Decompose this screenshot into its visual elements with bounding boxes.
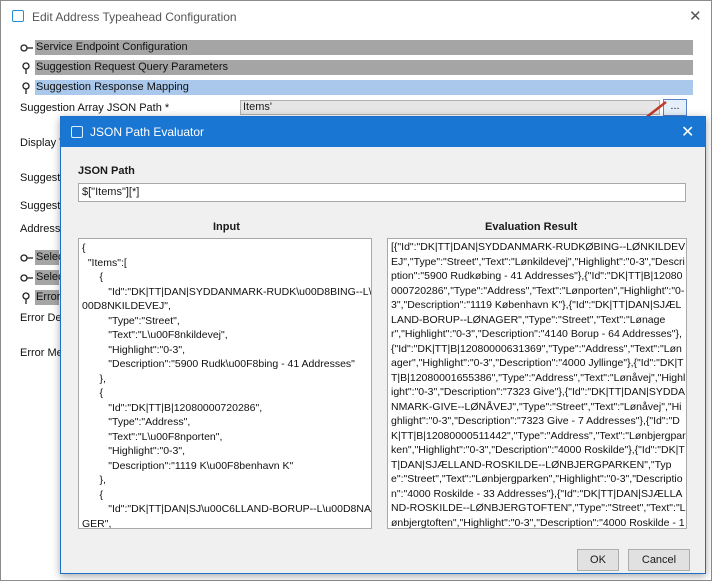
section-select-1[interactable]: Selec xyxy=(35,250,64,265)
pin-icon[interactable] xyxy=(20,252,34,264)
input-header: Input xyxy=(213,221,240,233)
section-request-query[interactable]: Suggestion Request Query Parameters xyxy=(35,60,693,75)
app-window-icon xyxy=(12,10,24,22)
error-message-label: Error Me xyxy=(20,347,63,359)
ok-button[interactable]: OK xyxy=(577,549,619,571)
section-label: Service Endpoint Configuration xyxy=(36,41,188,53)
address-label: Address xyxy=(20,223,61,235)
array-path-input[interactable]: Items' xyxy=(240,100,660,115)
window-title-bar[interactable]: Edit Address Typeahead Configuration ✕ xyxy=(1,1,711,33)
suggest-label: Suggest xyxy=(20,200,61,212)
pin-icon[interactable] xyxy=(20,292,34,304)
array-path-label: Suggestion Array JSON Path * xyxy=(20,102,170,114)
section-error[interactable]: Error xyxy=(35,290,61,305)
section-service-endpoint[interactable]: Service Endpoint Configuration xyxy=(35,40,693,55)
dialog-title-bar[interactable]: JSON Path Evaluator ✕ xyxy=(61,117,705,147)
close-icon[interactable]: ✕ xyxy=(689,7,702,25)
section-response-mapping[interactable]: Suggestion Response Mapping xyxy=(35,80,693,95)
display-label: Display T xyxy=(20,137,66,149)
window-title: Edit Address Typeahead Configuration xyxy=(32,10,237,24)
dialog-title: JSON Path Evaluator xyxy=(90,125,205,139)
close-icon[interactable]: ✕ xyxy=(681,122,694,142)
pin-icon[interactable] xyxy=(20,272,34,284)
input-textarea[interactable]: { "Items":[ { "Id":"DK|TT|DAN|SYDDANMARK… xyxy=(78,238,372,529)
dialog-window-icon xyxy=(71,126,83,138)
error-details-label: Error De xyxy=(20,312,62,324)
section-label: Suggestion Request Query Parameters xyxy=(36,61,228,73)
json-path-input[interactable]: $["Items"][*] xyxy=(78,183,686,202)
suggest-label: Suggest xyxy=(20,172,61,184)
input-json-text: { "Items":[ { "Id":"DK|TT|DAN|SYDDANMARK… xyxy=(82,242,372,529)
pin-icon[interactable] xyxy=(20,62,34,74)
result-header: Evaluation Result xyxy=(485,221,578,233)
json-path-evaluator-dialog: JSON Path Evaluator ✕ JSON Path $["Items… xyxy=(60,116,706,574)
section-select-2[interactable]: Selec xyxy=(35,270,64,285)
result-textarea[interactable]: [{"Id":"DK|TT|DAN|SYDDANMARK-RUDKØBING--… xyxy=(387,238,687,529)
json-path-label: JSON Path xyxy=(78,165,135,177)
cancel-button[interactable]: Cancel xyxy=(628,549,690,571)
result-json-text: [{"Id":"DK|TT|DAN|SYDDANMARK-RUDKØBING--… xyxy=(391,241,686,529)
section-label: Error xyxy=(36,291,61,303)
section-label: Suggestion Response Mapping xyxy=(36,81,189,93)
pin-icon[interactable] xyxy=(20,82,34,94)
pin-icon[interactable] xyxy=(20,42,34,54)
